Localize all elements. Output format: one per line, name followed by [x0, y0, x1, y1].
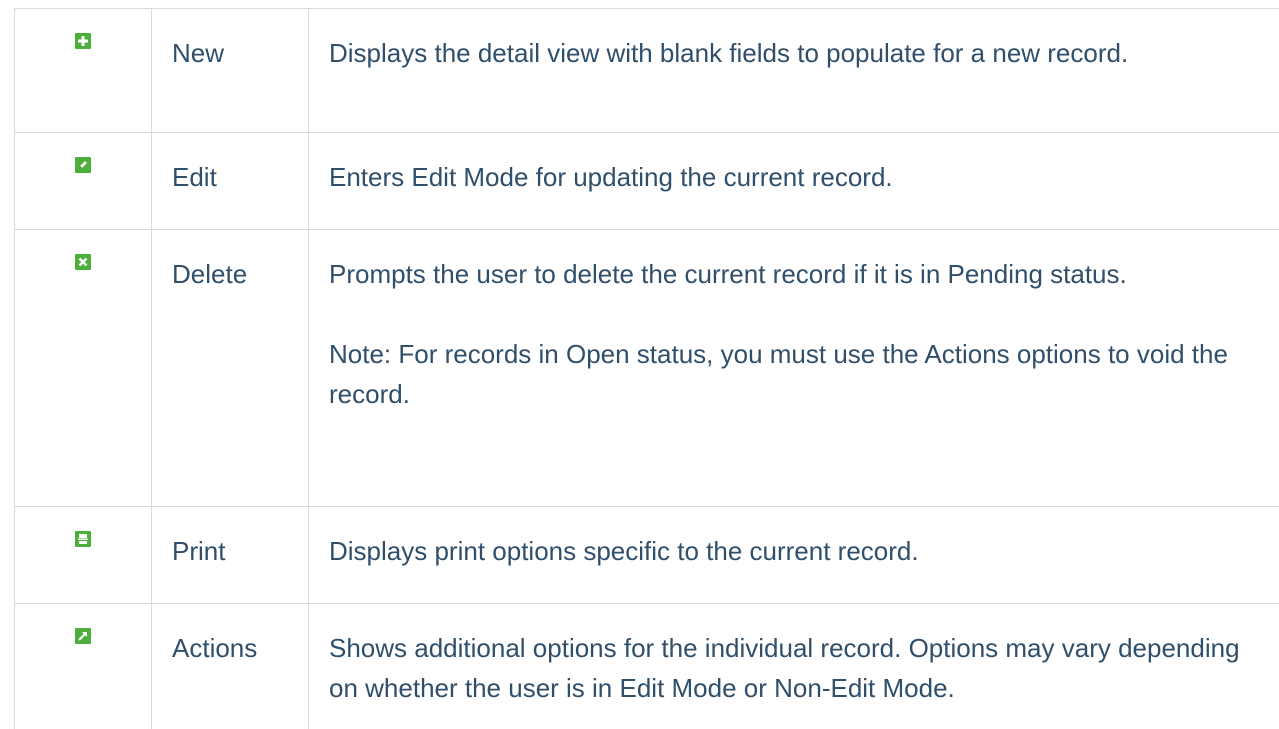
- pencil-icon: [75, 157, 91, 173]
- row-label-new: New: [172, 38, 225, 68]
- table-row-edit: Edit Enters Edit Mode for updating the c…: [14, 132, 1279, 230]
- table-row-new: New Displays the detail view with blank …: [14, 8, 1279, 133]
- toolbar-button-reference-table: New Displays the detail view with blank …: [14, 8, 1279, 729]
- row-label-print: Print: [172, 536, 226, 566]
- row-description-print: Displays print options specific to the c…: [329, 536, 919, 566]
- document-page: New Displays the detail view with blank …: [0, 0, 1279, 729]
- table-row-print: Print Displays print options specific to…: [14, 506, 1279, 604]
- row-description-actions: Shows additional options for the individ…: [329, 633, 1240, 703]
- row-label-actions: Actions: [172, 633, 258, 663]
- table-row-actions: Actions Shows additional options for the…: [14, 603, 1279, 729]
- row-description-new: Displays the detail view with blank fiel…: [329, 38, 1129, 68]
- x-icon: [75, 254, 91, 270]
- row-label-edit: Edit: [172, 162, 217, 192]
- external-arrow-icon: [75, 628, 91, 644]
- printer-icon: [75, 531, 91, 547]
- row-description-delete: Prompts the user to delete the current r…: [329, 259, 1127, 289]
- row-note-delete: Note: For records in Open status, you mu…: [329, 339, 1228, 409]
- row-label-delete: Delete: [172, 259, 248, 289]
- table-row-delete: Delete Prompts the user to delete the cu…: [14, 229, 1279, 507]
- plus-icon: [75, 33, 91, 49]
- row-description-edit: Enters Edit Mode for updating the curren…: [329, 162, 893, 192]
